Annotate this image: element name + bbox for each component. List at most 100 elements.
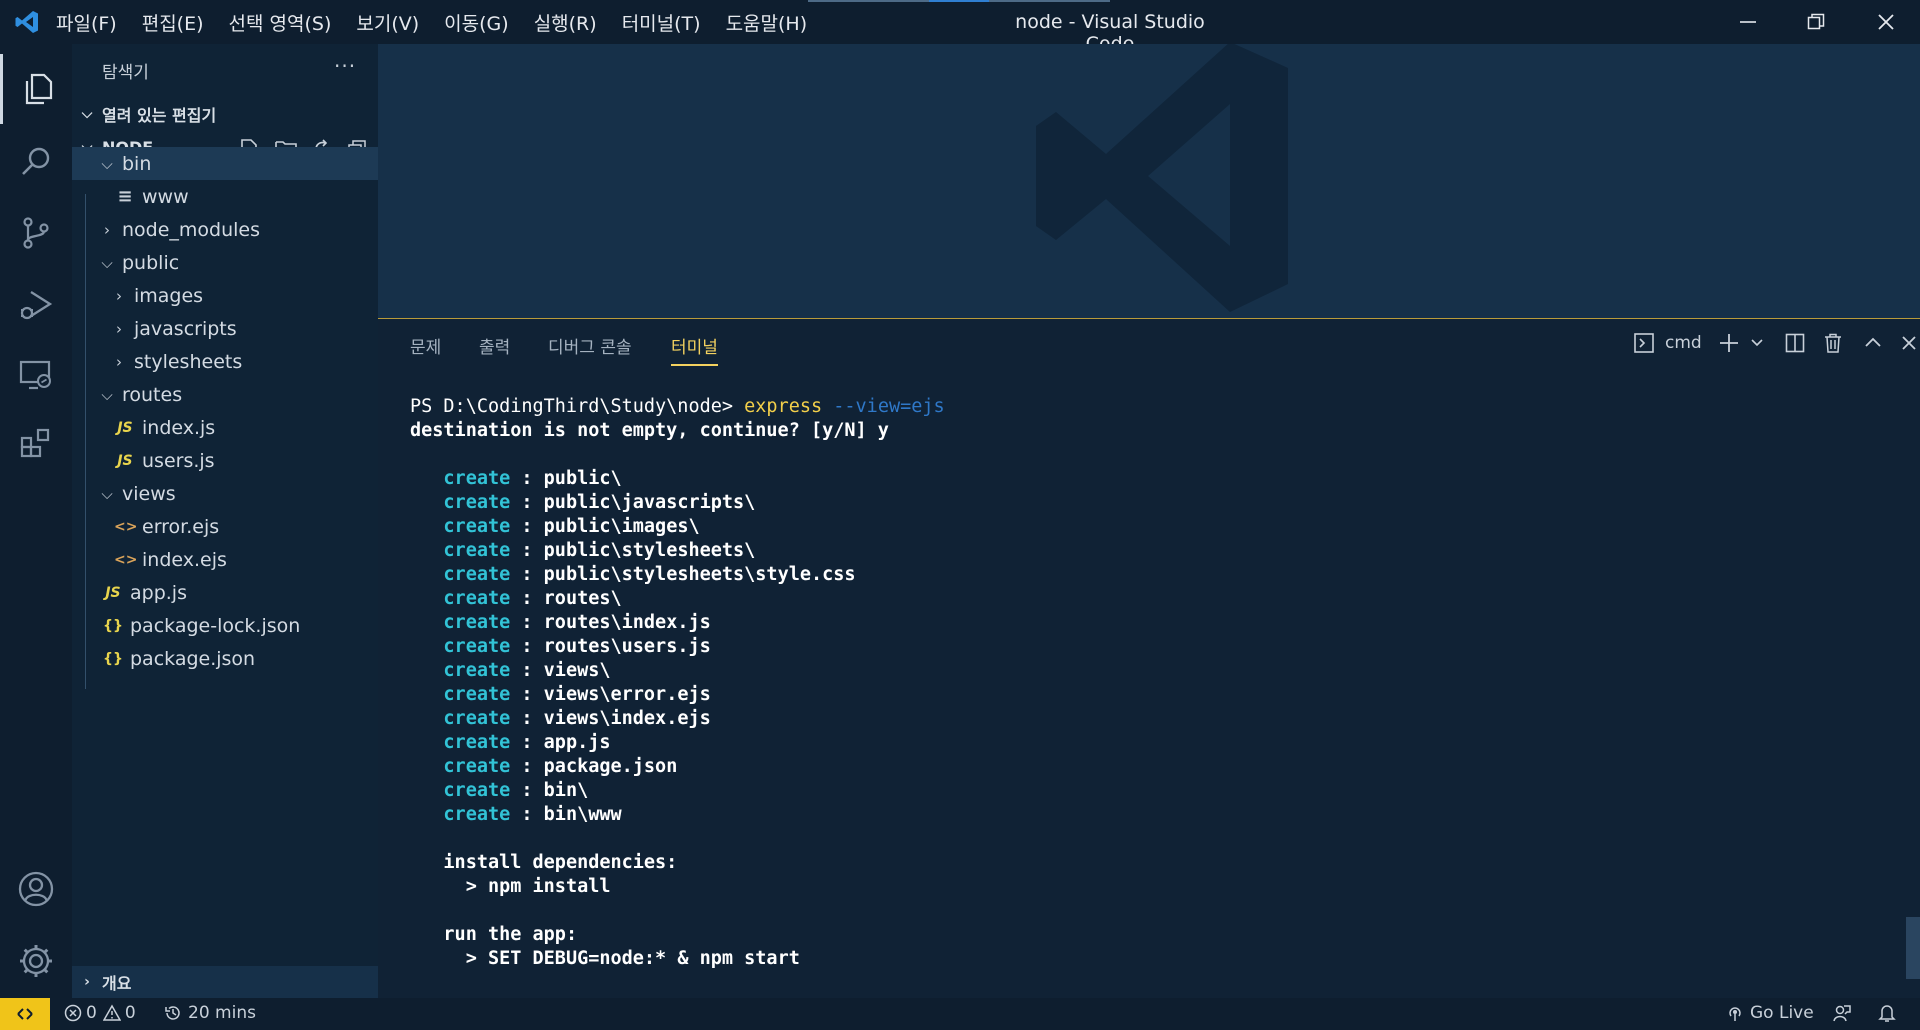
tree-item[interactable]: › node_modules [72,213,378,246]
menu-view[interactable]: 보기(V) [356,9,419,36]
tree-item-label: index.js [142,416,216,439]
create-keyword: create [443,756,511,777]
tree-item-label: app.js [130,581,187,604]
editor-area[interactable] [378,44,1920,318]
activity-remote-explorer[interactable] [0,340,72,410]
feedback-button[interactable] [1832,1003,1852,1023]
activity-source-control[interactable] [0,198,72,268]
terminal-scrollbar-thumb[interactable] [1906,917,1920,979]
separator: : [510,660,544,681]
terminal-shell-label[interactable]: cmd [1665,333,1702,353]
tab-problems[interactable]: 문제 [410,333,441,358]
trash-icon[interactable] [1822,332,1844,354]
restore-icon [1807,13,1825,30]
create-keyword: create [443,468,511,489]
separator: : [510,564,544,585]
js-file-icon: JS [117,452,133,469]
terminal-argument: --view=ejs [833,396,945,417]
remote-icon [17,1008,33,1020]
tab-output[interactable]: 출력 [479,333,510,358]
created-files-list: create : public\ create : public\javascr… [410,467,945,827]
terminal-actions: cmd [1633,332,1920,354]
tree-item[interactable]: ⌵ views [72,477,378,510]
run-command: > SET DEBUG=node:* & npm start [410,947,945,971]
timer-text: 20 mins [188,1003,256,1023]
activity-manage[interactable] [0,926,72,996]
bell-icon [1878,1005,1896,1022]
activity-extensions[interactable] [0,408,72,478]
notifications-button[interactable] [1878,1003,1896,1023]
minimize-button[interactable] [1714,0,1782,44]
tree-item[interactable]: ⌵ routes [72,378,378,411]
tree-item[interactable]: {} package-lock.json [72,609,378,642]
created-file-line: create : views\ [410,659,945,683]
close-panel-icon[interactable] [1898,332,1920,354]
go-live-button[interactable]: Go Live [1726,1003,1814,1023]
activity-bar [0,44,72,998]
create-keyword: create [443,612,511,633]
tree-item[interactable]: <> error.ejs [72,510,378,543]
menu-run[interactable]: 실행(R) [534,9,597,36]
activity-run-debug[interactable] [0,270,72,340]
account-icon [18,871,54,907]
tab-debug-console[interactable]: 디버그 콘솔 [548,333,632,358]
menu-edit[interactable]: 편집(E) [142,9,204,36]
menu-go[interactable]: 이동(G) [444,9,509,36]
created-path: public\images\ [543,516,700,537]
more-actions-button[interactable]: ··· [334,54,356,78]
remote-indicator-button[interactable] [0,998,50,1030]
tree-item-label: index.ejs [142,548,227,571]
explorer-sidebar: 탐색기 ··· ⌵ 열려 있는 편집기 ⌵ NODE ⌵bin≡www›node… [72,44,378,998]
created-file-line: create : app.js [410,731,945,755]
create-keyword: create [443,684,511,705]
maximize-panel-icon[interactable] [1862,332,1884,354]
terminal-output[interactable]: PS D:\CodingThird\Study\node> express --… [410,395,945,971]
tree-item[interactable]: {} package.json [72,642,378,675]
tree-item[interactable]: ≡ www [72,180,378,213]
menu-file[interactable]: 파일(F) [56,9,117,36]
separator: : [510,492,544,513]
panel-tabs: 문제 출력 디버그 콘솔 터미널 [378,319,1178,369]
tree-item[interactable]: ⌵ bin [72,147,378,180]
created-file-line: create : public\stylesheets\style.css [410,563,945,587]
menu-terminal[interactable]: 터미널(T) [622,9,701,36]
new-terminal-icon[interactable] [1718,332,1740,354]
tree-item[interactable]: ⌵ public [72,246,378,279]
tree-item[interactable]: JS users.js [72,444,378,477]
create-keyword: create [443,540,511,561]
run-debug-icon [20,291,53,320]
problems-status[interactable]: 0 0 [64,1003,136,1023]
timer-status[interactable]: 20 mins [164,1003,256,1023]
outline-label: 개요 [102,974,132,993]
close-window-button[interactable] [1852,0,1920,44]
tree-item[interactable]: › images [72,279,378,312]
chevron-down-icon[interactable] [1750,336,1764,350]
activity-explorer[interactable] [0,54,72,124]
run-command-text: > SET DEBUG=node:* & npm start [465,948,800,969]
terminal-command: express [744,396,823,417]
search-icon [22,147,50,175]
tab-terminal[interactable]: 터미널 [671,333,718,366]
menu-help[interactable]: 도움말(H) [726,9,808,36]
menu-selection[interactable]: 선택 영역(S) [229,9,332,36]
split-terminal-icon[interactable] [1784,332,1806,354]
tree-item-label: routes [122,383,183,406]
chevron-down-icon: ⌵ [101,154,113,173]
tree-item[interactable]: JS app.js [72,576,378,609]
activity-search[interactable] [0,127,72,197]
activity-accounts[interactable] [0,854,72,924]
created-file-line: create : public\ [410,467,945,491]
tree-item[interactable]: › stylesheets [72,345,378,378]
restore-button[interactable] [1782,0,1850,44]
outline-section[interactable]: › 개요 [72,966,378,998]
created-path: views\ [543,660,611,681]
tree-item[interactable]: › javascripts [72,312,378,345]
chevron-right-icon: › [116,352,122,371]
tree-item[interactable]: JS index.js [72,411,378,444]
open-editors-section[interactable]: ⌵ 열려 있는 편집기 [72,98,378,130]
create-keyword: create [443,564,511,585]
broadcast-icon [1729,1007,1741,1021]
vscode-logo-icon[interactable] [14,9,40,35]
js-file-icon: JS [117,419,133,436]
tree-item[interactable]: <> index.ejs [72,543,378,576]
